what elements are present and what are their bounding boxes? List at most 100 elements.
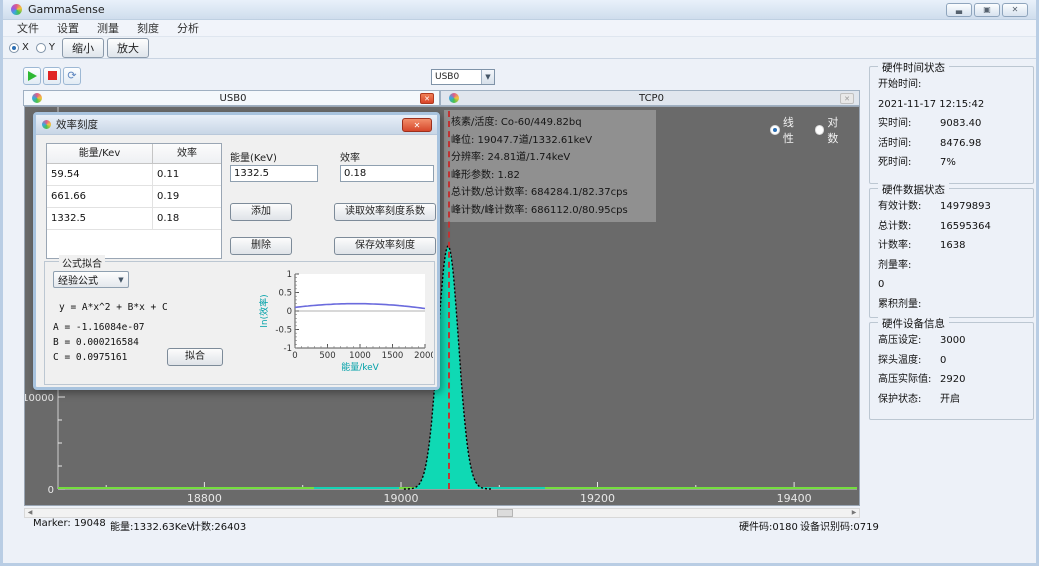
read-coefficients-button[interactable]: 读取效率刻度系数 — [334, 203, 436, 221]
device-select-value: USB0 — [432, 72, 481, 82]
status-row: 活时间:8476.98 — [878, 134, 1025, 154]
svg-text:1500: 1500 — [382, 351, 404, 361]
device-select[interactable]: USB0 ▼ — [431, 69, 495, 85]
axis-x-label: X — [22, 42, 29, 53]
status-counts: 计数:26403 — [191, 518, 246, 533]
table-header: 能量/Kev效率 — [47, 144, 221, 164]
linear-label: 线性 — [783, 114, 805, 146]
scroll-thumb[interactable] — [497, 509, 513, 517]
svg-text:18800: 18800 — [187, 492, 222, 505]
info-line-0: 核素/活度: Co-60/449.82bq — [451, 114, 656, 132]
status-row: 总计数:16595364 — [878, 217, 1025, 237]
status-row: 保护状态:开启 — [878, 390, 1025, 410]
tab-tcp0-icon — [449, 93, 459, 103]
hw-data-panel: 硬件数据状态 有效计数:14979893 总计数:16595364 计数率:16… — [869, 188, 1034, 318]
status-row: 累积剂量: — [878, 295, 1025, 315]
refresh-icon: ⟳ — [64, 68, 80, 84]
play-icon — [28, 71, 37, 81]
eff-field-label: 效率 — [340, 149, 360, 164]
tab-usb0-icon — [32, 93, 42, 103]
status-row: 0 — [878, 275, 1025, 295]
tab-tcp0-close-icon[interactable]: ✕ — [840, 93, 854, 104]
minimize-button[interactable]: ▃ — [946, 3, 972, 17]
scroll-left-icon[interactable]: ◀ — [25, 509, 35, 517]
status-bar: Marker: 19048 能量:1332.63KeV 计数:26403 硬件码… — [3, 518, 1036, 534]
status-row: 2021-11-17 12:15:42 — [878, 95, 1025, 115]
hw-time-panel-title: 硬件时间状态 — [878, 60, 949, 75]
table-row[interactable]: 1332.50.18 — [47, 208, 221, 230]
svg-text:2000: 2000 — [414, 351, 433, 361]
add-button[interactable]: 添加 — [230, 203, 292, 221]
hw-device-panel: 硬件设备信息 高压设定:3000 探头温度:0 高压实际值:2920 保护状态:… — [869, 322, 1034, 420]
close-button[interactable]: ✕ — [1002, 3, 1028, 17]
dialog-close-icon[interactable]: ✕ — [402, 118, 432, 132]
zoom-out-button[interactable]: 缩小 — [62, 38, 104, 58]
table-row[interactable]: 59.540.11 — [47, 164, 221, 186]
info-line-2: 分辨率: 24.81道/1.74keV — [451, 149, 656, 167]
efficiency-calibration-dialog: 效率刻度 ✕ 能量/Kev效率 59.540.11 661.660.19 133… — [33, 112, 440, 390]
svg-text:ln(效率): ln(效率) — [258, 294, 270, 327]
svg-text:0: 0 — [48, 485, 54, 496]
fit-button[interactable]: 拟合 — [167, 348, 223, 366]
status-hw-code: 硬件码:0180 — [739, 518, 798, 533]
linear-radio[interactable] — [770, 125, 780, 135]
toolbar: X Y 缩小 放大 — [3, 37, 1036, 59]
status-row: 实时间:9083.40 — [878, 114, 1025, 134]
table-row[interactable]: 661.660.19 — [47, 186, 221, 208]
info-line-1: 峰位: 19047.7道/1332.61keV — [451, 132, 656, 150]
delete-button[interactable]: 删除 — [230, 237, 292, 255]
dialog-icon — [42, 120, 51, 129]
menu-item-1[interactable]: 设置 — [49, 19, 87, 37]
formula-fit-group: 公式拟合 经验公式 ▼ y = A*x^2 + B*x + C A = -1.1… — [44, 261, 435, 385]
horizontal-scrollbar[interactable]: ◀ ▶ — [24, 508, 860, 518]
svg-text:-1: -1 — [284, 344, 292, 354]
svg-text:能量/keV: 能量/keV — [341, 361, 379, 373]
menu-item-0[interactable]: 文件 — [9, 19, 47, 37]
info-line-5: 峰计数/峰计数率: 686112.0/80.95cps — [451, 202, 656, 220]
tab-usb0-close-icon[interactable]: ✕ — [420, 93, 434, 104]
info-line-3: 峰形参数: 1.82 — [451, 167, 656, 185]
tab-tcp0[interactable]: TCP0 ✕ — [440, 90, 860, 106]
chevron-down-icon: ▼ — [481, 70, 494, 84]
chevron-down-icon: ▼ — [114, 276, 128, 284]
menu-item-3[interactable]: 刻度 — [129, 19, 167, 37]
calibration-table[interactable]: 能量/Kev效率 59.540.11 661.660.19 1332.50.18 — [46, 143, 222, 259]
maximize-button[interactable]: ▣ — [974, 3, 1000, 17]
svg-text:0: 0 — [287, 307, 292, 317]
hw-time-panel: 硬件时间状态 开始时间: 2021-11-17 12:15:42 实时间:908… — [869, 66, 1034, 184]
menu-item-4[interactable]: 分析 — [169, 19, 207, 37]
log-radio[interactable] — [815, 125, 825, 135]
status-device-code: 设备识别码:0719 — [800, 518, 879, 533]
energy-field[interactable]: 1332.5 — [230, 165, 318, 182]
menu-item-2[interactable]: 测量 — [89, 19, 127, 37]
eff-field[interactable]: 0.18 — [340, 165, 434, 182]
stop-button[interactable] — [43, 67, 61, 85]
app-icon — [11, 4, 22, 15]
save-button[interactable]: 保存效率刻度 — [334, 237, 436, 255]
zoom-in-button[interactable]: 放大 — [107, 38, 149, 58]
axis-x-radio[interactable] — [9, 43, 19, 53]
status-row: 计数率:1638 — [878, 236, 1025, 256]
scale-toggle: 线性 对数 — [770, 114, 859, 146]
refresh-button[interactable]: ⟳ — [63, 67, 81, 85]
svg-text:500: 500 — [319, 351, 335, 361]
dialog-title-bar[interactable]: 效率刻度 ✕ — [36, 115, 437, 135]
coef-a: A = -1.16084e-07 — [53, 322, 145, 333]
tab-tcp0-label: TCP0 — [463, 93, 840, 104]
status-row: 高压实际值:2920 — [878, 370, 1025, 390]
status-row: 开始时间: — [878, 75, 1025, 95]
start-button[interactable] — [23, 67, 41, 85]
formula-select[interactable]: 经验公式 ▼ — [53, 271, 129, 288]
efficiency-fit-plot: 10.50-0.5-10500100015002000能量/keVln(效率) — [257, 266, 433, 382]
svg-text:-0.5: -0.5 — [275, 326, 292, 336]
status-row: 高压设定:3000 — [878, 331, 1025, 351]
marker-line[interactable] — [448, 111, 450, 489]
formula-fit-title: 公式拟合 — [59, 255, 105, 270]
scroll-right-icon[interactable]: ▶ — [849, 509, 859, 517]
svg-text:19400: 19400 — [777, 492, 812, 505]
tab-usb0[interactable]: USB0 ✕ — [23, 90, 440, 106]
stop-icon — [48, 71, 57, 80]
axis-y-radio[interactable] — [36, 43, 46, 53]
svg-text:19200: 19200 — [580, 492, 615, 505]
status-row: 有效计数:14979893 — [878, 197, 1025, 217]
